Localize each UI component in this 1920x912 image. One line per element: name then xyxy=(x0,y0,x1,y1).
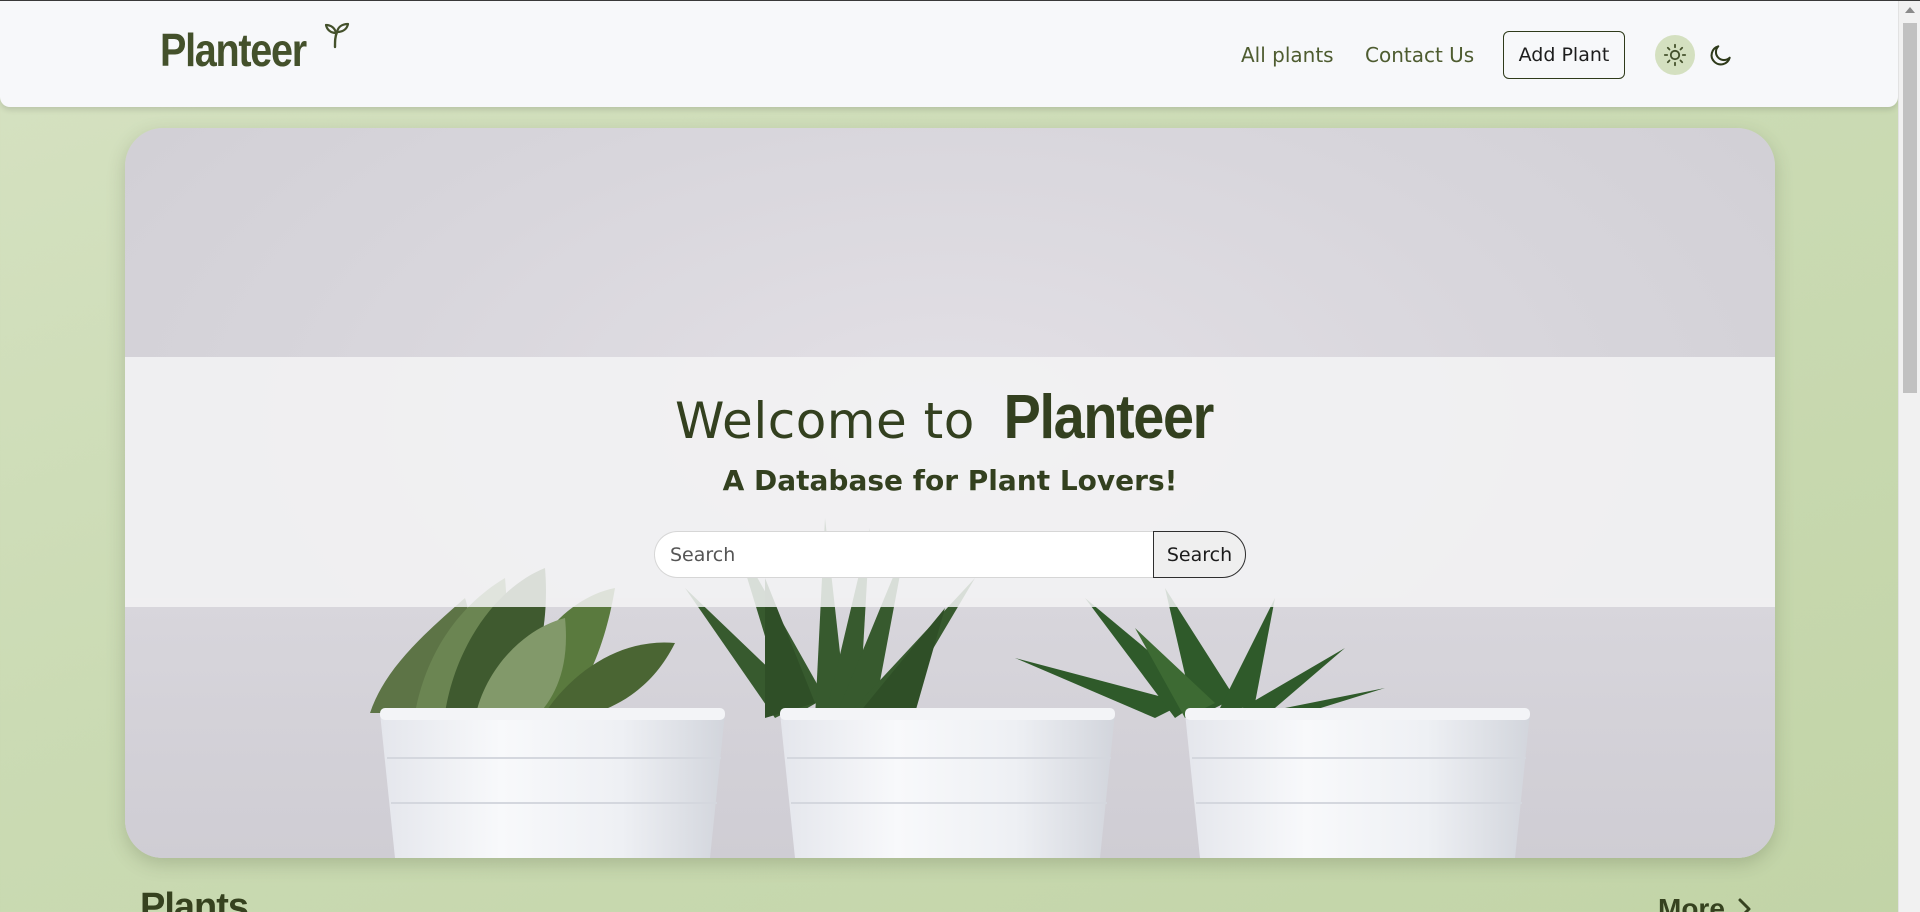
nav-link-all-plants[interactable]: All plants xyxy=(1241,43,1334,67)
sun-icon xyxy=(1663,43,1687,67)
scrollbar-thumb[interactable] xyxy=(1903,23,1917,393)
add-plant-button[interactable]: Add Plant xyxy=(1503,31,1625,79)
hero-banner: Welcome to Planteer A Database for Plant… xyxy=(125,128,1775,858)
hero-subtitle: A Database for Plant Lovers! xyxy=(722,464,1178,497)
scroll-up-arrow-icon[interactable] xyxy=(1905,7,1915,13)
search-form: Search xyxy=(654,531,1246,578)
page-scrollbar[interactable] xyxy=(1898,1,1920,912)
more-link[interactable]: More xyxy=(1658,895,1753,912)
navbar: Planteer All plants Contact Us Add Plant xyxy=(0,1,1898,107)
plants-section-title: Plants xyxy=(140,886,249,912)
hero-welcome-text: Welcome to xyxy=(675,392,975,450)
chevron-right-icon xyxy=(1738,898,1751,912)
moon-icon xyxy=(1710,45,1731,66)
brand-logo[interactable]: Planteer xyxy=(160,23,307,77)
sprout-icon xyxy=(324,22,350,49)
hero-brand-text: Planteer xyxy=(1003,383,1215,452)
dark-theme-toggle[interactable] xyxy=(1707,41,1735,69)
hero-title: Welcome to Planteer xyxy=(125,382,1775,453)
light-theme-toggle[interactable] xyxy=(1655,35,1695,75)
search-button[interactable]: Search xyxy=(1153,531,1246,578)
nav-link-contact-us[interactable]: Contact Us xyxy=(1365,43,1474,67)
search-input[interactable] xyxy=(654,531,1153,578)
more-link-label: More xyxy=(1658,893,1725,912)
pots xyxy=(380,708,1530,858)
